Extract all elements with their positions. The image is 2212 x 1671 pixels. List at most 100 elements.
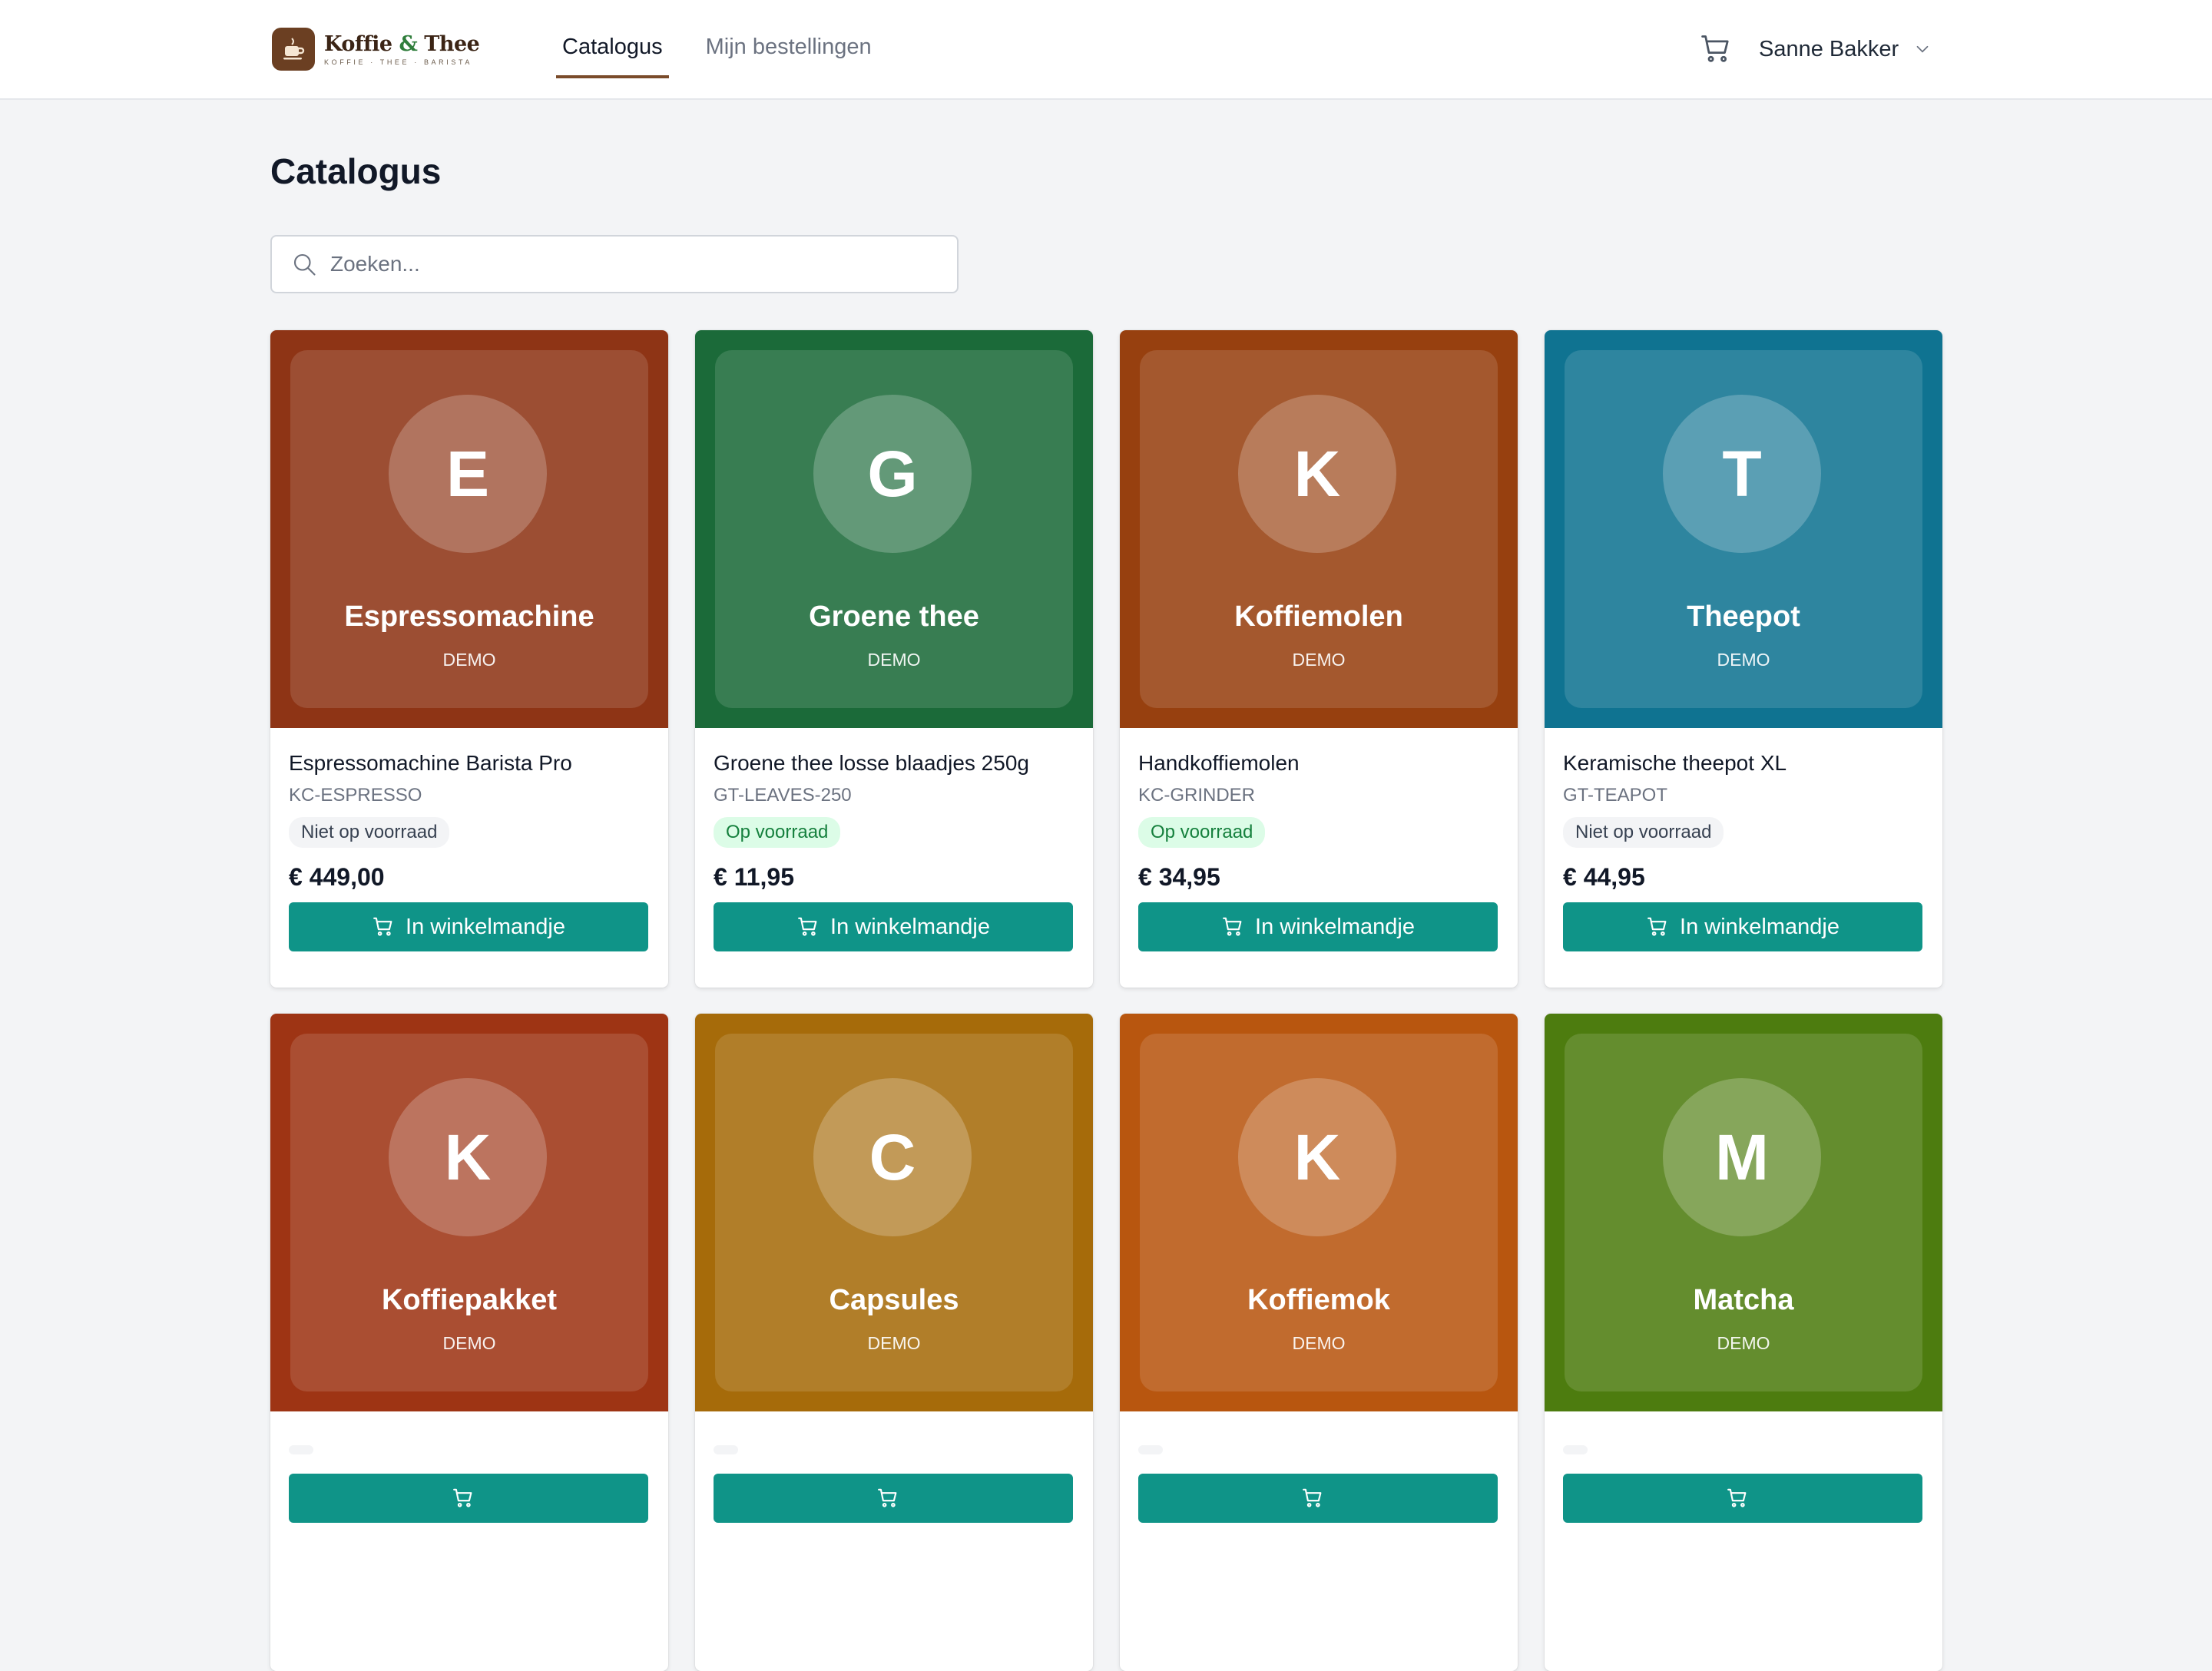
product-sku: KC-GRINDER: [1138, 785, 1256, 806]
cart-icon: [1701, 35, 1729, 62]
product-card-body: Groene thee losse blaadjes 250g GT-LEAVE…: [695, 751, 1093, 951]
add-to-cart-button[interactable]: [1563, 1474, 1922, 1523]
product-name[interactable]: Keramische theepot XL: [1563, 751, 1924, 776]
product-image: K Koffiemolen DEMO: [1120, 330, 1518, 728]
product-card-body: Handkoffiemolen KC-GRINDER Op voorraad €…: [1120, 751, 1518, 951]
product-card[interactable]: K Koffiepakket DEMO: [270, 1014, 668, 1671]
cart-icon: [1303, 1488, 1322, 1507]
product-sku: GT-TEAPOT: [1563, 785, 1668, 806]
demo-label: DEMO: [867, 1333, 921, 1353]
search-icon: [293, 253, 316, 276]
cart-icon: [798, 917, 817, 936]
brand-title: Koffie & Thee: [324, 31, 480, 56]
demo-label: DEMO: [1717, 650, 1770, 670]
product-image-title: Koffiepakket: [381, 1284, 558, 1316]
product-image-title: Groene thee: [809, 601, 979, 633]
cart-icon: [373, 917, 392, 936]
product-image: C Capsules DEMO: [695, 1014, 1093, 1411]
product-card[interactable]: M Matcha DEMO: [1545, 1014, 1942, 1671]
product-card-body: Espressomachine Barista Pro KC-ESPRESSO …: [270, 751, 668, 951]
demo-label: DEMO: [1717, 1333, 1770, 1353]
demo-label: DEMO: [442, 650, 496, 670]
demo-label: DEMO: [867, 650, 921, 670]
product-image: T Theepot DEMO: [1545, 330, 1942, 728]
product-image-title: Matcha: [1693, 1284, 1794, 1316]
product-card-body: [270, 1434, 668, 1523]
add-to-cart-label: In winkelmandje: [406, 914, 565, 939]
cart-icon: [1727, 1488, 1747, 1507]
cart-icon: [453, 1488, 472, 1507]
cart-icon: [1647, 917, 1667, 936]
product-card-body: Keramische theepot XL GT-TEAPOT Niet op …: [1545, 751, 1942, 951]
chevron-down-icon: [1916, 45, 1929, 53]
demo-label: DEMO: [1292, 1333, 1346, 1353]
add-to-cart-button[interactable]: [1138, 1474, 1498, 1523]
product-name[interactable]: Handkoffiemolen: [1138, 751, 1499, 776]
product-card[interactable]: E Espressomachine DEMO Espressomachine B…: [270, 330, 668, 988]
product-card[interactable]: C Capsules DEMO: [695, 1014, 1093, 1671]
tab-catalogus[interactable]: Catalogus: [556, 0, 669, 78]
demo-label: DEMO: [1292, 650, 1346, 670]
stock-badge: [1138, 1445, 1163, 1454]
product-card[interactable]: K Koffiemok DEMO: [1120, 1014, 1518, 1671]
product-grid: E Espressomachine DEMO Espressomachine B…: [270, 330, 1942, 1671]
add-to-cart-button[interactable]: In winkelmandje: [1138, 902, 1498, 951]
product-initial: E: [389, 395, 547, 553]
brand-tagline: KOFFIE · THEE · BARISTA: [324, 58, 472, 66]
stock-badge: [1563, 1445, 1588, 1454]
top-navigation-bar: Koffie & Thee KOFFIE · THEE · BARISTA Ca…: [0, 0, 2212, 100]
add-to-cart-button[interactable]: In winkelmandje: [289, 902, 648, 951]
product-initial: T: [1663, 395, 1821, 553]
cart-icon: [1223, 917, 1242, 936]
demo-label: DEMO: [442, 1333, 496, 1353]
stock-badge: [289, 1445, 313, 1454]
stock-badge: Niet op voorraad: [1563, 817, 1724, 848]
product-card[interactable]: T Theepot DEMO Keramische theepot XL GT-…: [1545, 330, 1942, 988]
cart-button[interactable]: [1696, 29, 1736, 69]
product-image: E Espressomachine DEMO: [270, 330, 668, 728]
product-price: € 34,95: [1138, 863, 1220, 891]
stock-badge: Niet op voorraad: [289, 817, 450, 848]
product-price: € 449,00: [289, 863, 385, 891]
page-title: Catalogus: [270, 151, 442, 191]
product-card-body: [1120, 1434, 1518, 1523]
add-to-cart-button[interactable]: [714, 1474, 1073, 1523]
product-initial: K: [1238, 1078, 1396, 1236]
product-card[interactable]: G Groene thee DEMO Groene thee losse bla…: [695, 330, 1093, 988]
product-card-body: [695, 1434, 1093, 1523]
product-image-title: Espressomachine: [344, 601, 594, 633]
brand-logo[interactable]: Koffie & Thee KOFFIE · THEE · BARISTA: [272, 26, 480, 72]
tab-mijn-bestellingen[interactable]: Mijn bestellingen: [700, 0, 878, 78]
product-price: € 11,95: [714, 863, 794, 891]
user-menu[interactable]: Sanne Bakker: [1759, 29, 1932, 69]
product-initial: G: [813, 395, 972, 553]
product-card-body: [1545, 1434, 1942, 1523]
product-name[interactable]: Groene thee losse blaadjes 250g: [714, 751, 1075, 776]
search-input[interactable]: [330, 252, 929, 276]
product-name[interactable]: Espressomachine Barista Pro: [289, 751, 650, 776]
product-image: K Koffiepakket DEMO: [270, 1014, 668, 1411]
product-price: € 44,95: [1563, 863, 1645, 891]
product-image: M Matcha DEMO: [1545, 1014, 1942, 1411]
user-name: Sanne Bakker: [1759, 36, 1899, 61]
product-image: G Groene thee DEMO: [695, 330, 1093, 728]
add-to-cart-button[interactable]: In winkelmandje: [1563, 902, 1922, 951]
product-initial: K: [1238, 395, 1396, 553]
product-card[interactable]: K Koffiemolen DEMO Handkoffiemolen KC-GR…: [1120, 330, 1518, 988]
stock-badge: Op voorraad: [714, 817, 841, 848]
add-to-cart-button[interactable]: [289, 1474, 648, 1523]
main-nav: Catalogus Mijn bestellingen: [556, 0, 909, 100]
add-to-cart-button[interactable]: In winkelmandje: [714, 902, 1073, 951]
stock-badge: Op voorraad: [1138, 817, 1266, 848]
product-sku: GT-LEAVES-250: [714, 785, 852, 806]
add-to-cart-label: In winkelmandje: [830, 914, 990, 939]
product-image-title: Koffiemolen: [1234, 601, 1403, 633]
product-initial: M: [1663, 1078, 1821, 1236]
product-image-title: Theepot: [1687, 601, 1800, 633]
product-image: K Koffiemok DEMO: [1120, 1014, 1518, 1411]
add-to-cart-label: In winkelmandje: [1255, 914, 1415, 939]
search-box[interactable]: [270, 235, 959, 293]
product-initial: C: [813, 1078, 972, 1236]
product-image-title: Capsules: [829, 1284, 959, 1316]
product-initial: K: [389, 1078, 547, 1236]
